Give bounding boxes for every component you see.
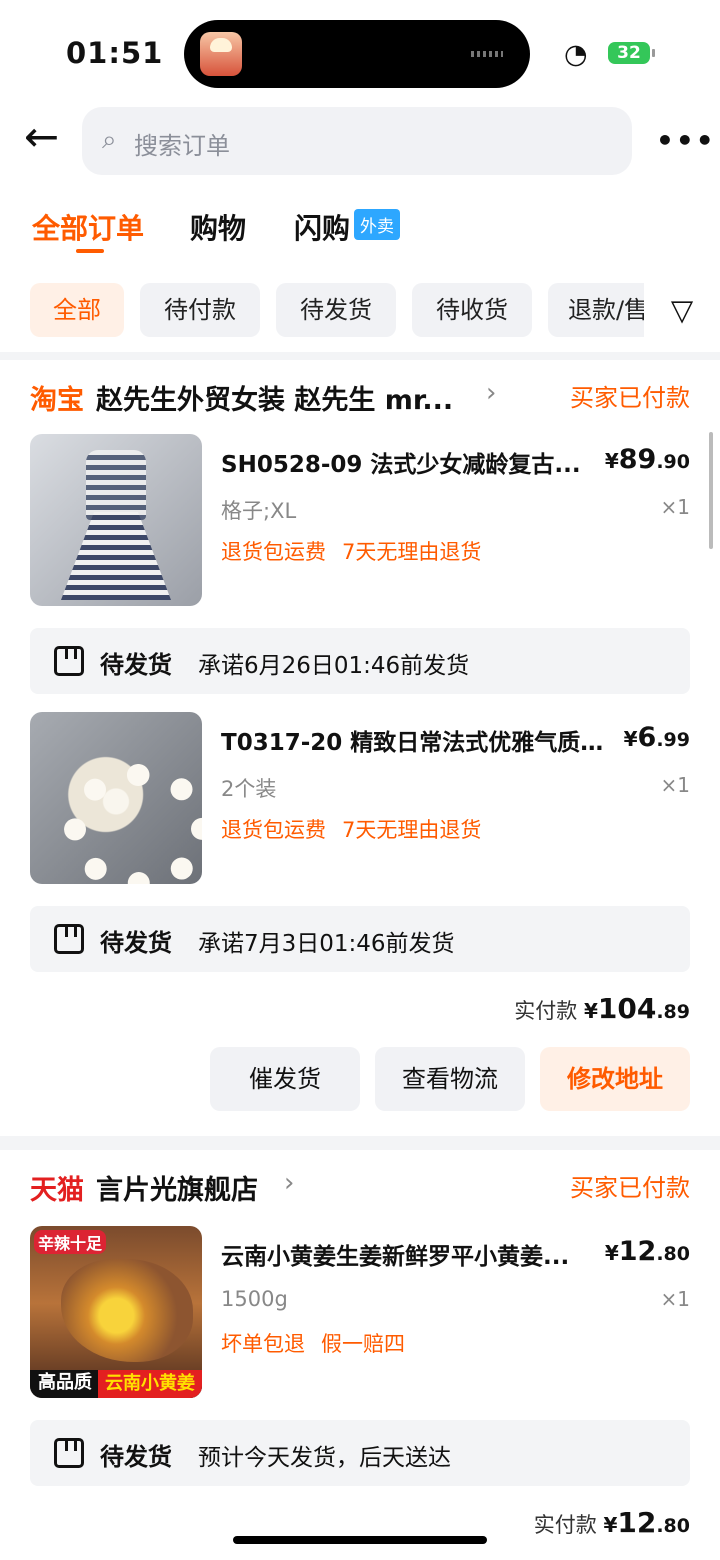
search-placeholder: 搜索订单	[134, 132, 230, 160]
image-tag: 高品质	[38, 1372, 92, 1393]
package-icon	[54, 924, 84, 954]
product-price: ¥89.90	[604, 444, 690, 475]
product-promos: 退货包运费 7天无理由退货	[221, 818, 482, 842]
order-search-input[interactable]: ⌕ 搜索订单	[82, 107, 632, 175]
product-promos: 退货包运费 7天无理由退货	[221, 540, 482, 564]
product-title: T0317-20 精致日常法式优雅气质...	[221, 730, 605, 756]
shipping-status: 待发货 预计今天发货，后天送达	[30, 1420, 690, 1486]
shipping-promise: 承诺6月26日01:46前发货	[198, 653, 470, 679]
tab-all-orders[interactable]: 全部订单	[32, 207, 144, 253]
audio-wave-icon	[471, 51, 503, 57]
modify-address-button[interactable]: 修改地址	[540, 1047, 690, 1111]
wifi-icon: ◔	[564, 39, 588, 70]
product-spec: 格子;XL	[221, 499, 297, 523]
image-tag: 辛辣十足	[34, 1230, 107, 1254]
product-image[interactable]	[30, 434, 202, 606]
status-bar: 01:51 ◔ 32	[0, 0, 720, 100]
shipping-status: 待发货 承诺7月3日01:46前发货	[30, 906, 690, 972]
product-image[interactable]: 辛辣十足 高品质 云南小黄姜	[30, 1226, 202, 1398]
order-item[interactable]: SH0528-09 法式少女减龄复古... ¥89.90 格子;XL ×1 退货…	[30, 434, 690, 606]
order-item[interactable]: T0317-20 精致日常法式优雅气质... ¥6.99 2个装 ×1 退货包运…	[30, 712, 690, 884]
package-icon	[54, 646, 84, 676]
product-price: ¥6.99	[623, 722, 690, 753]
tmall-logo: 天猫	[30, 1175, 84, 1206]
dynamic-island	[184, 20, 530, 88]
product-title: SH0528-09 法式少女减龄复古...	[221, 452, 581, 478]
image-tag: 云南小黄姜	[98, 1370, 202, 1398]
shipping-label: 待发货	[100, 929, 172, 957]
filter-pending-receipt-chip[interactable]: 待收货	[412, 283, 532, 337]
product-title: 云南小黄姜生姜新鲜罗平小黄姜...	[221, 1244, 570, 1270]
urge-shipment-button[interactable]: 催发货	[210, 1047, 360, 1111]
search-icon: ⌕	[102, 125, 117, 155]
order-total: 实付款 ¥12.80	[533, 1506, 690, 1539]
product-promos: 坏单包退 假一赔四	[221, 1332, 405, 1356]
product-quantity: ×1	[660, 1287, 690, 1311]
package-icon	[54, 1438, 84, 1468]
chevron-right-icon: ›	[486, 378, 497, 408]
back-arrow-icon[interactable]: ←	[24, 116, 66, 160]
status-filter-chips: 全部 待付款 待发货 待收货 退款/售	[0, 283, 720, 337]
status-time: 01:51	[66, 36, 164, 70]
shipping-promise: 承诺7月3日01:46前发货	[198, 931, 455, 957]
home-indicator[interactable]	[233, 1536, 487, 1544]
shipping-promise: 预计今天发货，后天送达	[198, 1445, 451, 1471]
view-logistics-button[interactable]: 查看物流	[375, 1047, 525, 1111]
order-status: 买家已付款	[570, 384, 690, 412]
product-quantity: ×1	[660, 495, 690, 519]
filter-icon[interactable]: ▽	[644, 283, 720, 337]
shipping-status: 待发货 承诺6月26日01:46前发货	[30, 628, 690, 694]
battery-icon: 32	[608, 42, 655, 64]
chevron-right-icon: ›	[284, 1168, 295, 1198]
order-status: 买家已付款	[570, 1174, 690, 1202]
product-price: ¥12.80	[604, 1236, 690, 1267]
tab-shopping[interactable]: 购物	[190, 207, 246, 247]
order-item[interactable]: 辛辣十足 高品质 云南小黄姜 云南小黄姜生姜新鲜罗平小黄姜... ¥12.80 …	[30, 1226, 690, 1398]
filter-pending-payment-chip[interactable]: 待付款	[140, 283, 260, 337]
shipping-label: 待发货	[100, 651, 172, 679]
product-image[interactable]	[30, 712, 202, 884]
tab-flash-buy[interactable]: 闪购	[294, 207, 350, 247]
product-spec: 2个装	[221, 777, 277, 801]
now-playing-app-icon	[200, 32, 242, 76]
order-tabs: 全部订单 购物 闪购 外卖	[0, 195, 720, 265]
scrollbar[interactable]	[709, 432, 713, 549]
order-header: ← ⌕ 搜索订单 •••	[0, 100, 720, 182]
order-card: 天猫 言片光旗舰店 › 买家已付款 辛辣十足 高品质 云南小黄姜 云南小黄姜生姜…	[0, 1150, 720, 1560]
top-area: 01:51 ◔ 32 ← ⌕ 搜索订单 ••• 全部订单 购物 闪购 外卖 全部…	[0, 0, 720, 352]
shop-name: 言片光旗舰店	[96, 1175, 258, 1206]
order-card: 淘宝 赵先生外贸女装 赵先生 mr... › 买家已付款 SH0528-09 法…	[0, 360, 720, 1136]
shop-name: 赵先生外贸女装 赵先生 mr...	[96, 385, 454, 416]
product-quantity: ×1	[660, 773, 690, 797]
order-total: 实付款 ¥104.89	[514, 992, 690, 1025]
filter-pending-shipment-chip[interactable]: 待发货	[276, 283, 396, 337]
product-spec: 1500g	[221, 1287, 288, 1311]
filter-all-chip[interactable]: 全部	[30, 283, 124, 337]
more-menu-icon[interactable]: •••	[656, 124, 716, 157]
shipping-label: 待发货	[100, 1443, 172, 1471]
delivery-badge: 外卖	[354, 209, 400, 240]
taobao-logo: 淘宝	[30, 385, 84, 416]
